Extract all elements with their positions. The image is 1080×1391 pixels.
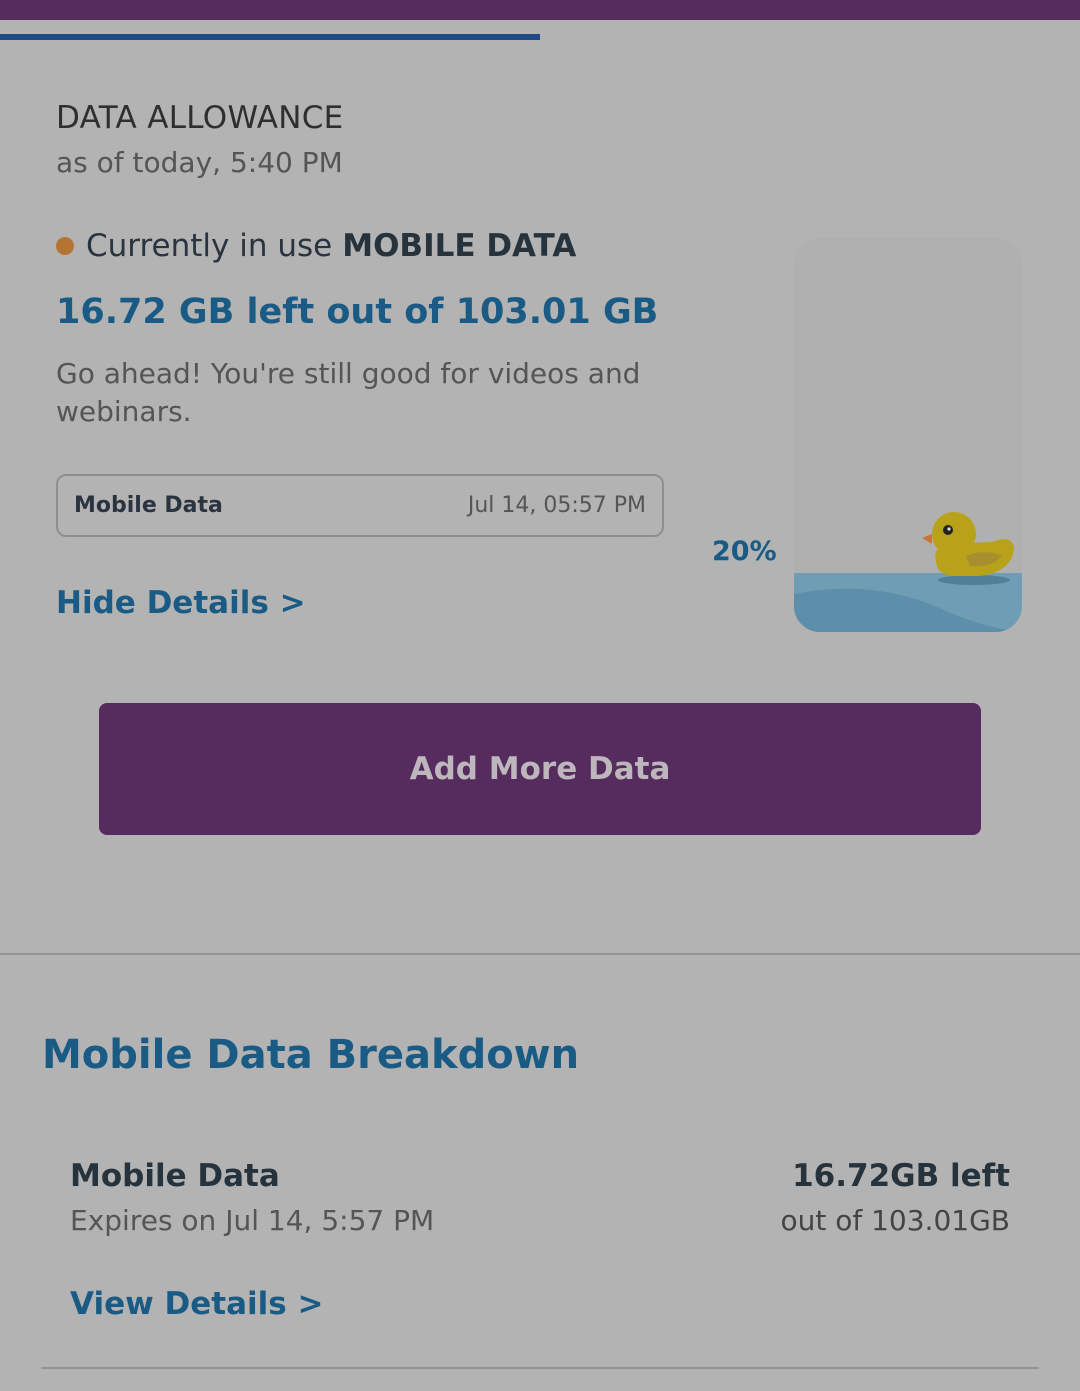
data-tank-graphic [794,238,1022,632]
currently-in-use: Currently in use MOBILE DATA [56,228,576,264]
usage-message: Go ahead! You're still good for videos a… [56,357,641,428]
percent-remaining-label: 20% [712,536,777,567]
data-left-amount: 16.72 GB left out of 103.01 GB [56,292,659,332]
data-detail-box: Mobile Data Jul 14, 05:57 PM [56,474,664,537]
breakdown-item-left: 16.72GB left [792,1158,1010,1194]
breakdown-item-expiry: Expires on Jul 14, 5:57 PM [70,1204,435,1237]
progress-fill [0,34,540,40]
page-progress-bar [0,34,1080,40]
hide-details-link[interactable]: Hide Details > [56,585,306,621]
in-use-prefix: Currently in use [86,228,333,264]
data-allowance-title: DATA ALLOWANCE [56,100,344,136]
detail-box-name: Mobile Data [74,493,223,518]
view-details-link[interactable]: View Details > [70,1286,324,1322]
detail-box-date: Jul 14, 05:57 PM [467,493,646,518]
section-divider [0,953,1080,955]
breakdown-title: Mobile Data Breakdown [42,1032,580,1078]
breakdown-item-name: Mobile Data [70,1158,280,1194]
bottom-divider [41,1367,1039,1369]
status-dot-icon [56,237,74,255]
breakdown-item-total: out of 103.01GB [780,1204,1010,1237]
as-of-timestamp: as of today, 5:40 PM [56,146,343,179]
in-use-type: MOBILE DATA [342,228,577,264]
add-more-data-button[interactable]: Add More Data [99,703,981,835]
top-app-bar [0,0,1080,20]
